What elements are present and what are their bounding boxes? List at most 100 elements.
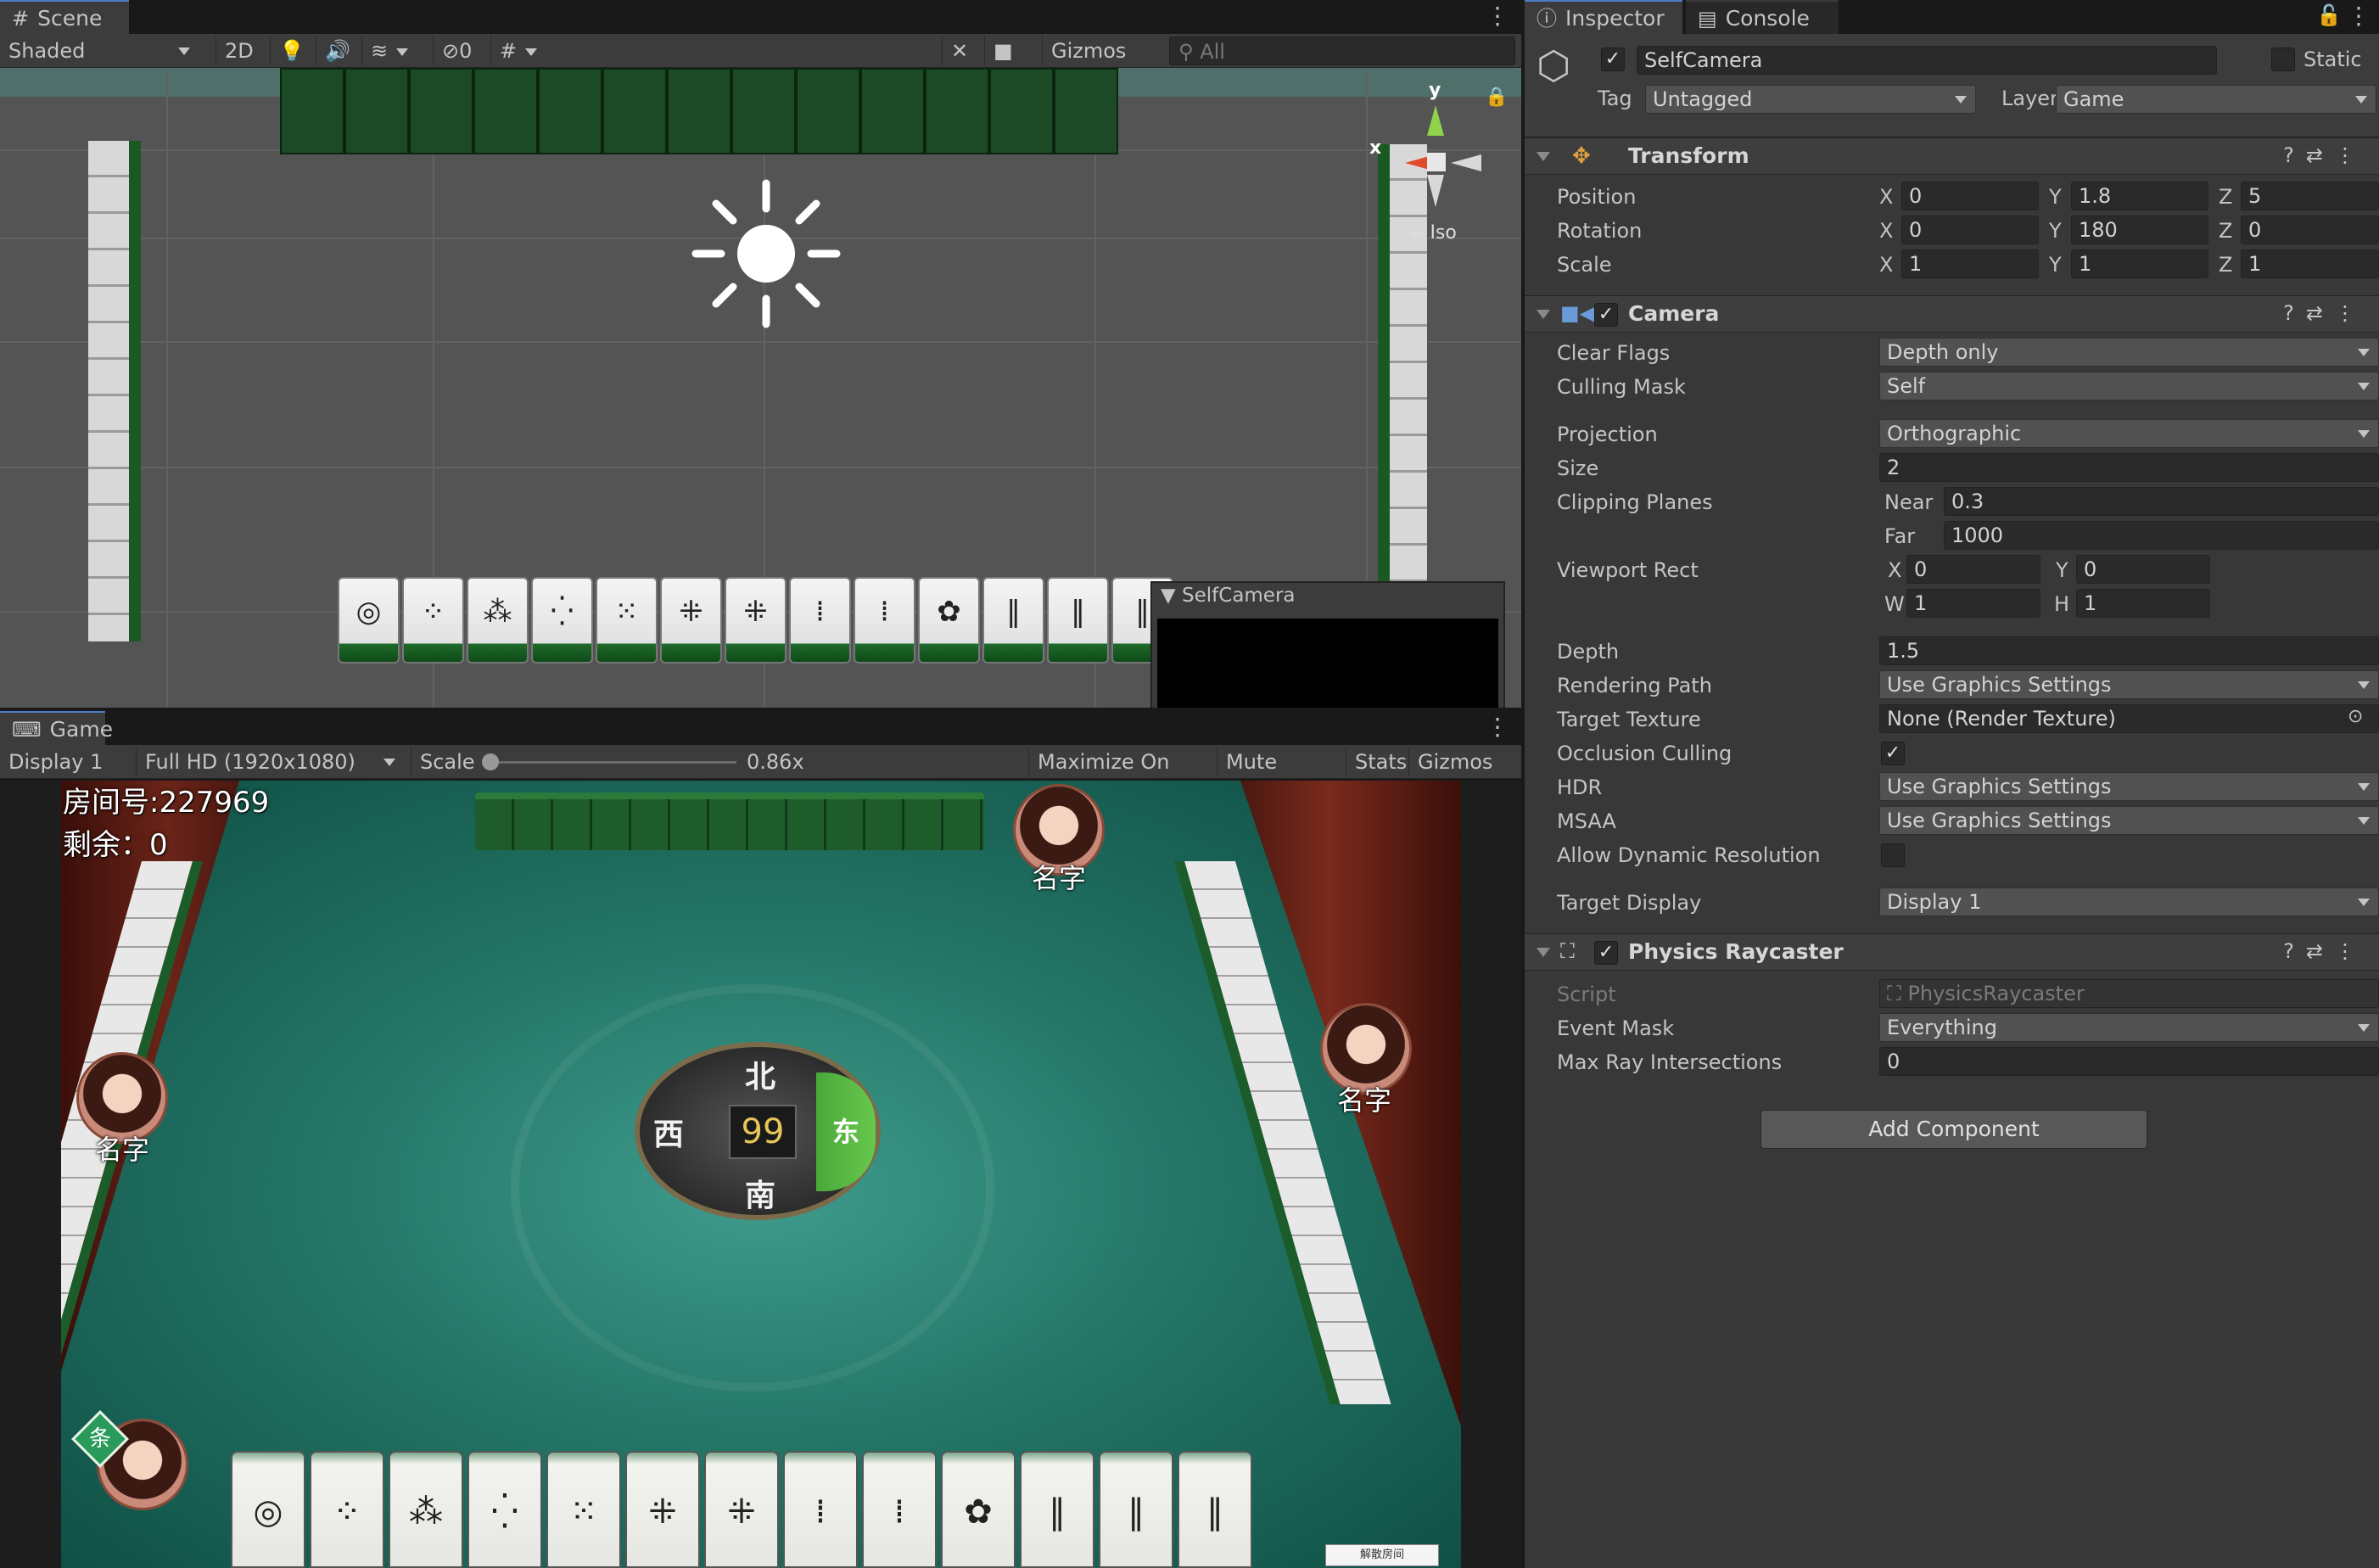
component-header-icons[interactable]: ?⇄⋮ [2283, 301, 2367, 325]
foldout-arrow-icon[interactable] [1537, 310, 1550, 319]
tile-face: ◎ [355, 595, 382, 629]
add-component-button[interactable]: Add Component [1760, 1110, 2147, 1149]
hand-tile[interactable]: ‖ [1178, 1451, 1252, 1568]
hand-tile[interactable]: ◎ [231, 1451, 305, 1568]
inspector-menu-icon[interactable]: ⋮ [2347, 3, 2371, 29]
lock-icon[interactable]: 🔒 [1485, 87, 1508, 108]
shading-mode-dropdown[interactable]: Shaded [0, 36, 200, 65]
hand-tile[interactable]: ⁂ [389, 1451, 463, 1568]
hand-tile[interactable]: ⁜ [625, 1451, 700, 1568]
tab-game[interactable]: ⌨ Game [0, 711, 113, 745]
directional-light-icon[interactable] [691, 178, 842, 329]
camera-enabled-checkbox[interactable]: ✓ [1594, 303, 1618, 327]
rotation-z-field[interactable]: 0 [2241, 216, 2379, 244]
scale-slider-thumb[interactable] [482, 753, 499, 770]
component-header-icons[interactable]: ?⇄⋮ [2283, 143, 2367, 167]
camera-settings-icon[interactable]: ■ [984, 36, 1038, 85]
resolution-dropdown[interactable]: Full HD (1920x1080) [136, 748, 404, 776]
stats-toggle[interactable]: Stats [1346, 748, 1407, 776]
rotation-y-field[interactable]: 180 [2071, 216, 2208, 244]
object-name-field[interactable]: SelfCamera [1637, 46, 2217, 75]
scale-y-field[interactable]: 1 [2071, 249, 2208, 278]
gizmos-dropdown[interactable]: Gizmos [1042, 36, 1154, 85]
scene-menu-icon[interactable]: ⋮ [1486, 3, 1509, 29]
projection-dropdown[interactable]: Orthographic [1879, 419, 2379, 448]
raycaster-header[interactable]: ⛶ ✓ Physics Raycaster ?⇄⋮ [1525, 933, 2379, 971]
effects-dropdown-icon[interactable]: ≋ [361, 36, 426, 65]
near-field[interactable]: 0.3 [1944, 487, 2379, 516]
tile-face: ✿ [964, 1492, 993, 1532]
hand-tile[interactable]: ✿ [941, 1451, 1016, 1568]
rotation-x-field[interactable]: 0 [1901, 216, 2039, 244]
clear-flags-dropdown[interactable]: Depth only [1879, 338, 2379, 367]
hand-tile[interactable]: ⁙ [546, 1451, 621, 1568]
hand-tile[interactable]: ‖ [1099, 1451, 1173, 1568]
scene-viewport[interactable]: y x 🔒 ≡ Iso ◎ ⁘ ⁂ ⁛ ⁙ ⁜ ⁜ ⁞ ⁞ ✿ ‖ ‖ ‖ ▼ SelfCamera [0, 68, 1521, 708]
game-viewport[interactable]: 房间号:227969 剩余：0 名字 名字 名字 条 北 西 南 东 99 ◎ ⁘… [0, 781, 1521, 1568]
camera-header[interactable]: ■◀ ✓ Camera ?⇄⋮ [1525, 295, 2379, 333]
dismiss-room-button[interactable]: 解散房间 [1325, 1544, 1439, 1566]
position-z-field[interactable]: 5 [2241, 182, 2379, 210]
foldout-arrow-icon[interactable] [1537, 152, 1550, 161]
static-checkbox[interactable] [2271, 48, 2295, 71]
hand-tile[interactable]: ⁜ [704, 1451, 779, 1568]
foldout-icon[interactable]: ▼ [1161, 585, 1176, 607]
hdr-dropdown[interactable]: Use Graphics Settings [1879, 772, 2379, 801]
tag-dropdown[interactable]: Untagged [1645, 85, 1976, 114]
grid-toggle-icon[interactable]: # [490, 36, 550, 65]
scale-slider-track[interactable] [485, 761, 736, 764]
component-header-icons[interactable]: ?⇄⋮ [2283, 939, 2367, 963]
transform-header[interactable]: ✥ Transform ?⇄⋮ [1525, 137, 2379, 175]
occlusion-culling-checkbox[interactable]: ✓ [1881, 742, 1905, 765]
game-menu-icon[interactable]: ⋮ [1486, 714, 1509, 740]
layer-dropdown[interactable]: Game [2056, 85, 2376, 114]
far-field[interactable]: 1000 [1944, 521, 2379, 550]
viewport-w-field[interactable]: 1 [1906, 589, 2040, 618]
hand-tile[interactable]: ‖ [1020, 1451, 1094, 1568]
scene-tile: ⁞ [854, 577, 915, 664]
projection-toggle[interactable]: ≡ Iso [1408, 222, 1457, 244]
audio-toggle-icon[interactable]: 🔊 [316, 36, 353, 65]
display-dropdown[interactable]: Display 1 [0, 748, 131, 796]
hand-tile[interactable]: ⁞ [862, 1451, 937, 1568]
grid-line [0, 467, 1521, 468]
size-field[interactable]: 2 [1879, 453, 2379, 482]
position-y-field[interactable]: 1.8 [2071, 182, 2208, 210]
scale-label: Scale [1557, 253, 1612, 277]
toggle-2d-button[interactable]: 2D [216, 36, 260, 65]
hidden-objects-toggle[interactable]: ⊘0 [433, 36, 485, 65]
position-x-field[interactable]: 0 [1901, 182, 2039, 210]
culling-mask-dropdown[interactable]: Self [1879, 372, 2379, 400]
max-ray-field[interactable]: 0 [1879, 1047, 2379, 1076]
lighting-toggle-icon[interactable]: 💡 [270, 36, 307, 65]
depth-field[interactable]: 1.5 [1879, 636, 2379, 665]
viewport-x-field[interactable]: 0 [1906, 555, 2040, 584]
tab-inspector[interactable]: ⓘ Inspector [1525, 0, 1682, 34]
target-texture-field[interactable]: None (Render Texture) [1879, 704, 2379, 733]
scale-z-field[interactable]: 1 [2241, 249, 2379, 278]
game-gizmos-dropdown[interactable]: Gizmos [1408, 748, 1515, 796]
tile-face: ⁙ [569, 1492, 598, 1532]
maximize-on-play-toggle[interactable]: Maximize On Play [1028, 748, 1212, 803]
scale-x-field[interactable]: 1 [1901, 249, 2039, 278]
scene-search-input[interactable]: ⚲ All [1169, 36, 1515, 65]
foldout-arrow-icon[interactable] [1537, 948, 1550, 957]
target-display-dropdown[interactable]: Display 1 [1879, 888, 2379, 916]
viewport-h-field[interactable]: 1 [2076, 589, 2210, 618]
tab-console[interactable]: ▤ Console [1686, 0, 1839, 34]
hand-tile[interactable]: ⁛ [467, 1451, 542, 1568]
dynamic-resolution-checkbox[interactable] [1881, 843, 1905, 867]
viewport-y-field[interactable]: 0 [2076, 555, 2210, 584]
rendering-path-dropdown[interactable]: Use Graphics Settings [1879, 670, 2379, 699]
object-active-checkbox[interactable]: ✓ [1601, 48, 1625, 71]
tools-icon[interactable]: ✕ [942, 36, 979, 65]
msaa-dropdown[interactable]: Use Graphics Settings [1879, 806, 2379, 835]
tab-scene[interactable]: # Scene [0, 0, 129, 34]
raycaster-enabled-checkbox[interactable]: ✓ [1594, 941, 1618, 965]
hand-tile[interactable]: ⁞ [783, 1451, 858, 1568]
object-picker-icon[interactable]: ⊙ [2348, 706, 2363, 727]
hand-tile[interactable]: ⁘ [310, 1451, 384, 1568]
mute-audio-toggle[interactable]: Mute Audio [1217, 748, 1342, 803]
event-mask-dropdown[interactable]: Everything [1879, 1013, 2379, 1042]
lock-icon[interactable]: 🔓 [2316, 3, 2342, 27]
